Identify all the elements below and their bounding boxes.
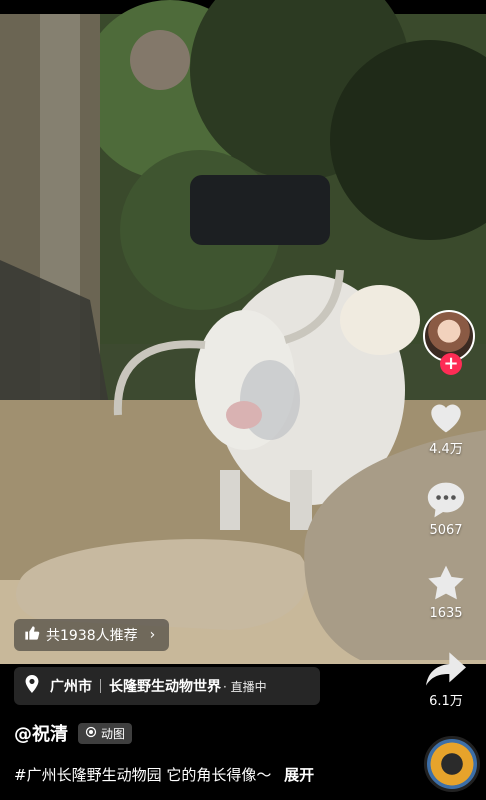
heart-icon — [426, 398, 466, 434]
location-city: 广州市 — [50, 679, 92, 695]
gif-badge: 动图 — [78, 722, 133, 744]
music-disc-icon[interactable] — [424, 736, 480, 792]
author-username[interactable]: @祝清 — [14, 720, 68, 746]
location-place: 长隆野生动物世界 — [109, 679, 221, 695]
share-icon — [426, 652, 466, 686]
recommend-pill[interactable]: 共1938人推荐 › — [14, 619, 170, 651]
caption-text[interactable]: #广州长隆野生动物园 它的角长得像～ — [14, 766, 271, 784]
video-caption: #广州长隆野生动物园 它的角长得像～ 展开 — [14, 764, 314, 785]
expand-caption-button[interactable]: 展开 — [284, 766, 314, 784]
like-button[interactable]: 4.4万 — [416, 398, 476, 457]
location-pin-icon — [24, 675, 40, 697]
share-count: 6.1万 — [429, 694, 463, 709]
chevron-right-icon: › — [149, 627, 156, 643]
star-icon — [426, 564, 466, 602]
thumbs-up-icon — [24, 625, 40, 645]
gif-icon — [85, 726, 97, 741]
author-row: @祝清 动图 — [14, 720, 133, 746]
gif-badge-label: 动图 — [101, 726, 126, 741]
author-avatar-group: + — [423, 310, 479, 380]
favorite-count: 1635 — [429, 606, 463, 621]
location-bar[interactable]: 广州市 长隆野生动物世界 · 直播中 — [14, 667, 320, 705]
recommend-label: 共1938人推荐 — [46, 628, 138, 644]
comment-button[interactable]: 5067 — [416, 481, 476, 538]
comment-count: 5067 — [429, 523, 463, 538]
comment-icon — [426, 481, 466, 519]
favorite-button[interactable]: 1635 — [416, 564, 476, 621]
share-button[interactable]: 6.1万 — [416, 652, 476, 709]
location-divider — [100, 679, 101, 693]
location-status: · 直播中 — [223, 679, 267, 694]
like-count: 4.4万 — [429, 442, 463, 457]
plus-icon[interactable]: + — [440, 353, 462, 375]
